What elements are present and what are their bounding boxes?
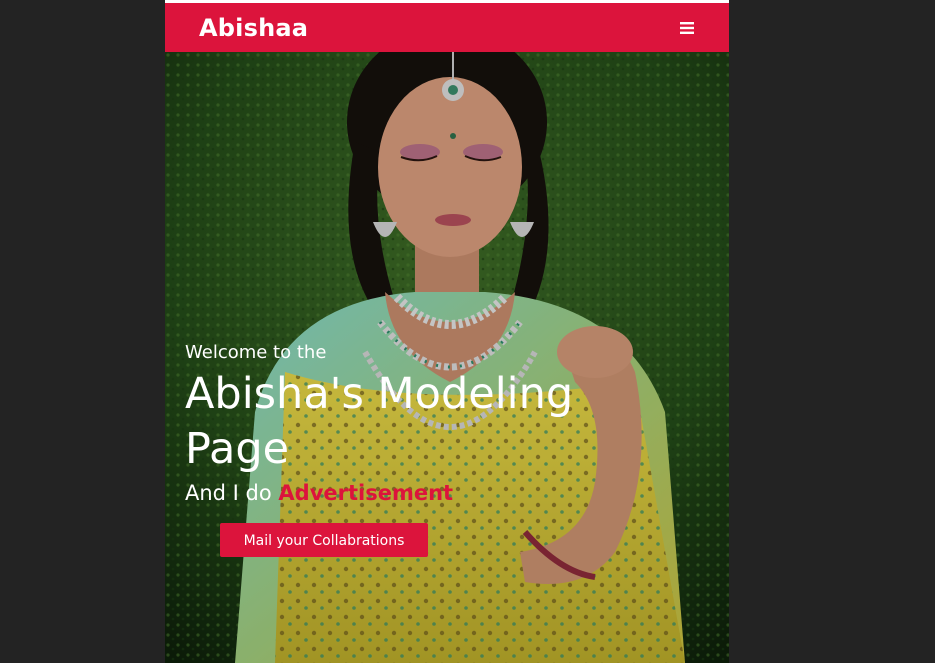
page-frame: Abishaa Welcome to the Abisha's Modeling… [165, 0, 729, 663]
hero-tagline: And I do Advertisement [185, 480, 453, 506]
tagline-accent: Advertisement [278, 481, 454, 505]
welcome-text: Welcome to the [185, 342, 327, 363]
hero-section: Welcome to the Abisha's Modeling Page An… [165, 52, 729, 663]
hamburger-menu-icon[interactable] [680, 20, 694, 34]
hero-headline: Abisha's Modeling Page [185, 369, 574, 474]
mail-collaborations-button[interactable]: Mail your Collabrations [220, 523, 428, 557]
brand-logo[interactable]: Abishaa [199, 13, 308, 43]
navbar: Abishaa [165, 3, 729, 52]
tagline-prefix: And I do [185, 481, 279, 505]
